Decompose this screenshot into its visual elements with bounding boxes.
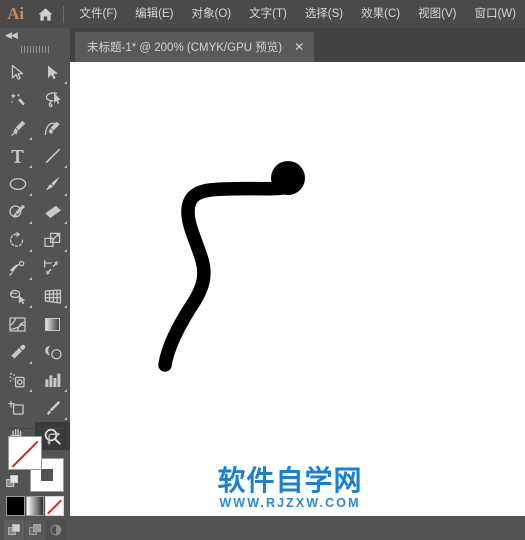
eraser-tool[interactable] <box>35 198 70 226</box>
flyout-indicator <box>64 165 67 168</box>
shaper-tool[interactable] <box>0 198 35 226</box>
curvature-tool[interactable] <box>35 114 70 142</box>
flyout-indicator <box>29 137 32 140</box>
line-segment-tool[interactable] <box>35 142 70 170</box>
eyedropper-tool[interactable] <box>0 338 35 366</box>
flyout-indicator <box>64 81 67 84</box>
direct-selection-tool[interactable] <box>35 58 70 86</box>
flyout-indicator <box>64 305 67 308</box>
blend-tool[interactable] <box>35 338 70 366</box>
flyout-indicator <box>64 389 67 392</box>
flyout-indicator <box>29 221 32 224</box>
pen-tool[interactable] <box>0 114 35 142</box>
home-icon[interactable] <box>31 0 60 28</box>
flyout-indicator <box>64 249 67 252</box>
menu-object[interactable]: 对象(O) <box>183 0 241 28</box>
rotate-tool[interactable] <box>0 226 35 254</box>
watermark-title: 软件自学网 <box>217 464 363 497</box>
document-tab[interactable]: 未标题-1* @ 200% (CMYK/GPU 预览) ✕ <box>75 32 315 62</box>
menu-window[interactable]: 窗口(W) <box>465 0 525 28</box>
illustrator-window: Ai 文件(F) 编辑(E) 对象(O) 文字(T) 选择(S) 效果(C) 视… <box>0 0 525 540</box>
column-graph-tool[interactable] <box>35 366 70 394</box>
lasso-tool[interactable] <box>35 86 70 114</box>
close-icon[interactable]: ✕ <box>294 41 304 53</box>
none-slash-icon-2 <box>46 497 63 515</box>
panel-drag-handle[interactable] <box>21 46 49 53</box>
perspective-grid-tool[interactable] <box>35 282 70 310</box>
menu-file[interactable]: 文件(F) <box>70 0 126 28</box>
draw-normal-mode[interactable] <box>4 520 24 540</box>
menu-select[interactable]: 选择(S) <box>296 0 352 28</box>
menu-type[interactable]: 文字(T) <box>240 0 296 28</box>
menu-edit[interactable]: 编辑(E) <box>126 0 182 28</box>
tool-grid <box>0 58 70 450</box>
document-tab-bar: 未标题-1* @ 200% (CMYK/GPU 预览) ✕ <box>70 28 525 62</box>
magic-wand-tool[interactable] <box>0 86 35 114</box>
width-tool[interactable] <box>0 254 35 282</box>
brush-stroke-path[interactable] <box>70 62 525 516</box>
menu-item-list: 文件(F) 编辑(E) 对象(O) 文字(T) 选择(S) 效果(C) 视图(V… <box>70 0 525 28</box>
menu-divider <box>62 5 64 23</box>
menu-bar: Ai 文件(F) 编辑(E) 对象(O) 文字(T) 选择(S) 效果(C) 视… <box>0 0 525 28</box>
tools-panel-header: ◀◀ <box>0 28 70 42</box>
selection-tool[interactable] <box>0 58 35 86</box>
app-logo: Ai <box>7 4 25 23</box>
flyout-indicator <box>29 193 32 196</box>
shape-builder-tool[interactable] <box>0 282 35 310</box>
color-mode-row <box>6 496 65 518</box>
artboard-tool[interactable] <box>0 394 35 422</box>
tools-panel: ◀◀ <box>0 28 70 540</box>
symbol-sprayer-tool[interactable] <box>0 366 35 394</box>
paintbrush-tool[interactable] <box>35 170 70 198</box>
watermark: 软件自学网 WWW.RJZXW.COM <box>200 466 380 514</box>
draw-behind-mode[interactable] <box>25 520 45 540</box>
default-fill-stroke-icon[interactable] <box>6 475 20 489</box>
mesh-tool[interactable] <box>0 310 35 338</box>
menu-view[interactable]: 视图(V) <box>409 0 465 28</box>
type-tool[interactable] <box>0 142 35 170</box>
collapse-panel-icon[interactable]: ◀◀ <box>5 29 18 41</box>
fill-stroke-controls <box>0 431 70 516</box>
flyout-indicator <box>29 305 32 308</box>
none-swatch[interactable] <box>45 496 65 516</box>
flyout-indicator <box>64 417 67 420</box>
gradient-tool[interactable] <box>35 310 70 338</box>
slice-tool[interactable] <box>35 394 70 422</box>
gradient-swatch[interactable] <box>25 496 45 516</box>
color-swatch[interactable] <box>6 496 25 516</box>
flyout-indicator <box>29 249 32 252</box>
artboard-canvas[interactable] <box>70 62 525 516</box>
fill-swatch[interactable] <box>8 436 42 470</box>
watermark-url: WWW.RJZXW.COM <box>219 496 361 510</box>
free-transform-tool[interactable] <box>35 254 70 282</box>
swap-fill-stroke-icon[interactable] <box>46 432 62 446</box>
flyout-indicator <box>29 165 32 168</box>
flyout-indicator <box>29 277 32 280</box>
flyout-indicator <box>29 389 32 392</box>
none-slash-icon <box>9 437 41 469</box>
menu-effect[interactable]: 效果(C) <box>352 0 409 28</box>
document-tab-label: 未标题-1* @ 200% (CMYK/GPU 预览) <box>87 42 283 54</box>
scale-tool[interactable] <box>35 226 70 254</box>
draw-modes-row <box>4 520 66 540</box>
stroke-swatch-inner <box>41 469 53 481</box>
ellipse-tool[interactable] <box>0 170 35 198</box>
flyout-indicator <box>29 361 32 364</box>
flyout-indicator <box>64 193 67 196</box>
flyout-indicator <box>64 221 67 224</box>
toolpanel-divider <box>6 428 64 429</box>
draw-inside-mode[interactable] <box>46 520 66 540</box>
